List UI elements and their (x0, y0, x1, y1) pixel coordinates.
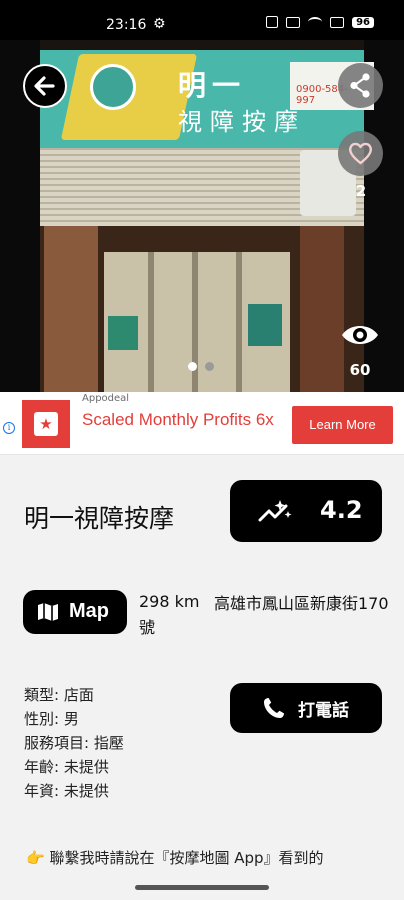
share-button[interactable] (338, 63, 383, 108)
shop-details: 明一視障按摩 4.2 Map 298 km 高雄市鳳山區新康街170號 類型: … (0, 455, 404, 881)
status-bar: 23:16 ⚙ 96 (0, 0, 404, 40)
ad-banner[interactable]: i ★ Appodeal Scaled Monthly Profits 6x L… (0, 392, 404, 455)
info-age: 年齡: 未提供 (24, 758, 109, 776)
sign-title-line1: 明一 (178, 69, 247, 102)
vibrate-icon (286, 16, 301, 28)
info-services: 服務項目: 指壓 (24, 734, 124, 752)
sign-logo (90, 64, 136, 110)
info-list: 類型: 店面 性別: 男 服務項目: 指壓 年齡: 未提供 年資: 未提供 (24, 683, 124, 803)
wifi-icon (308, 17, 323, 27)
status-time: 23:16 (106, 17, 147, 33)
map-icon (38, 603, 58, 621)
map-button[interactable]: Map (23, 590, 127, 634)
carousel-indicator-active[interactable] (188, 362, 197, 371)
battery-icon: 96 (352, 16, 374, 28)
status-icons: 96 (266, 16, 374, 28)
home-gesture-handle[interactable] (135, 885, 269, 890)
call-button[interactable]: 打電話 (230, 683, 382, 733)
ad-source: Appodeal (82, 393, 130, 404)
ad-info-icon[interactable]: i (3, 422, 15, 434)
carousel-indicator[interactable] (205, 362, 214, 371)
call-label: 打電話 (298, 701, 349, 721)
heart-outline-icon (348, 142, 373, 165)
eye-icon (342, 326, 378, 344)
navigation-bar (0, 881, 404, 900)
shop-name: 明一視障按摩 (24, 504, 175, 533)
sign-title-line2: 視障按摩 (178, 108, 306, 136)
sparkle-trend-icon (258, 500, 292, 522)
rating-value: 4.2 (320, 496, 363, 524)
rating-button[interactable]: 4.2 (230, 480, 382, 542)
info-type: 類型: 店面 (24, 686, 94, 704)
settings-gear-icon: ⚙ (153, 16, 166, 32)
phone-icon (264, 698, 284, 718)
share-icon (350, 73, 370, 98)
like-count: 2 (355, 182, 367, 200)
sim-icon (330, 16, 345, 28)
view-count: 60 (349, 361, 371, 379)
ad-headline: Scaled Monthly Profits 6x (82, 410, 274, 429)
back-button[interactable] (23, 64, 67, 108)
info-gender: 性別: 男 (24, 710, 79, 728)
ad-app-logo: ★ (22, 400, 70, 448)
arrow-left-icon (34, 76, 55, 96)
ad-learn-more-button[interactable]: Learn More (292, 406, 393, 444)
info-experience: 年資: 未提供 (24, 782, 109, 800)
star-icon: ★ (34, 412, 58, 436)
address: 高雄市鳳山區新康街170號 (139, 594, 389, 637)
like-button[interactable] (338, 131, 383, 176)
footer-note: 👉 聯繫我時請說在『按摩地圖 App』看到的 (26, 849, 324, 867)
shop-sign-image: 明一 視障按摩 0900-584-997 (40, 50, 374, 148)
map-label: Map (69, 600, 109, 622)
nfc-icon (266, 16, 279, 28)
